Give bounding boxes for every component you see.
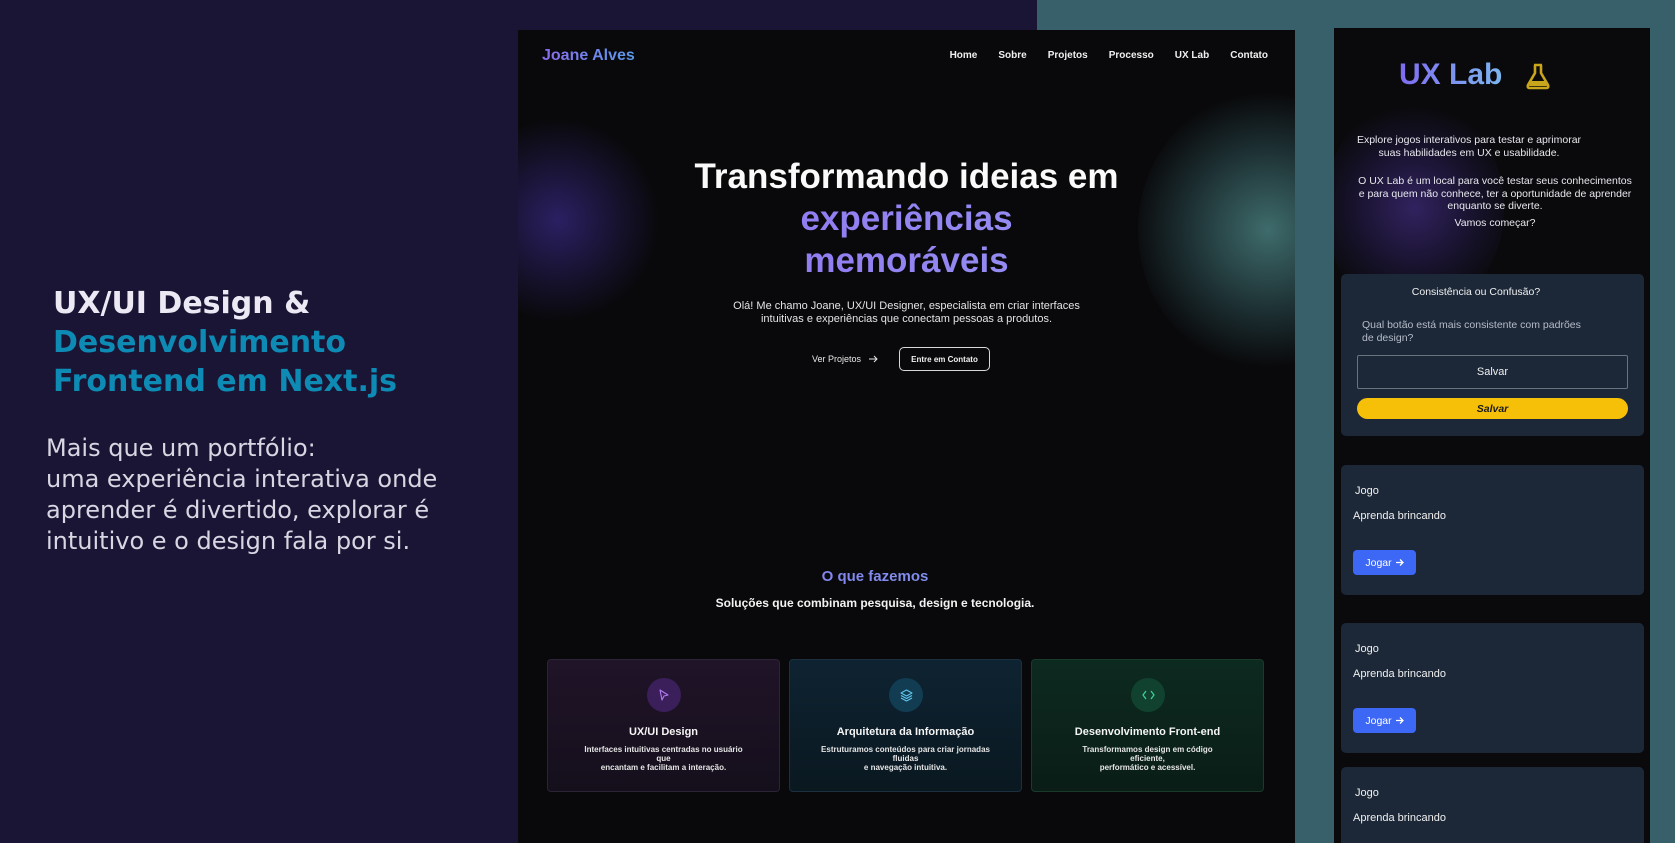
service-card-title: Arquitetura da Informação	[836, 726, 975, 738]
hero-subtitle-line: intuitivas e experiências que conectam p…	[760, 313, 1053, 325]
ux-lab-desc-line: e para quem não conhece, ter a oportunid…	[1358, 187, 1632, 200]
ux-lab-desc-line: O UX Lab é um local para você testar seu…	[1358, 175, 1632, 187]
ux-lab-intro-line: Explore jogos interativos para testar e …	[1356, 134, 1582, 146]
game-subtitle: Aprenda brincando	[1353, 812, 1446, 824]
view-projects-label: Ver Projetos	[812, 354, 862, 364]
ux-lab-description: O UX Lab é um local para você testar seu…	[1344, 175, 1646, 229]
arrow-right-icon	[869, 355, 878, 363]
quiz-question-line: Qual botão está mais consistente com pad…	[1362, 319, 1581, 331]
service-card-desc-line: que	[656, 754, 671, 763]
services-subtitle: Soluções que combinam pesquisa, design e…	[715, 596, 1035, 610]
caption-body: Mais que um portfólio: uma experiência i…	[46, 433, 466, 557]
nav-ux-lab[interactable]: UX Lab	[1175, 50, 1209, 61]
contact-button[interactable]: Entre em Contato	[899, 347, 990, 371]
website-mockup: Joane Alves Home Sobre Projetos Processo…	[518, 30, 1295, 843]
service-card-desc-line: performático e acessível.	[1099, 763, 1196, 772]
services-title: O que fazemos	[518, 568, 1232, 585]
nav-processo[interactable]: Processo	[1109, 50, 1154, 61]
brand-logo[interactable]: Joane Alves	[542, 47, 635, 65]
game-card: Jogo Aprenda brincando Jogar	[1341, 623, 1644, 753]
hero-title: Transformando ideias em experiências mem…	[518, 156, 1295, 282]
cursor-icon	[647, 678, 681, 712]
service-card-title: Desenvolvimento Front-end	[1074, 726, 1221, 738]
service-card-desc: Transformamos design em código eficiente…	[1052, 745, 1243, 772]
caption-title: UX/UI Design & Desenvolvimento Frontend …	[53, 284, 397, 401]
ux-lab-intro-line: suas habilidades em UX e usabilidade.	[1378, 147, 1560, 159]
hero-title-line3: memoráveis	[518, 240, 1295, 282]
arrow-right-icon	[1395, 717, 1404, 724]
hero-title-line1: Transformando ideias em	[694, 157, 1119, 196]
play-button-label: Jogar	[1365, 556, 1392, 569]
service-card-frontend[interactable]: Desenvolvimento Front-end Transformamos …	[1031, 659, 1264, 792]
ux-lab-intro: Explore jogos interativos para testar e …	[1334, 134, 1604, 160]
game-title: Jogo	[1355, 485, 1379, 497]
service-card-desc-line: Transformamos design em código	[1082, 745, 1213, 754]
view-projects-button[interactable]: Ver Projetos	[812, 354, 879, 364]
game-card: Jogo Aprenda brincando Jogar	[1341, 465, 1644, 595]
game-title: Jogo	[1355, 787, 1379, 799]
ux-lab-desc-line: enquanto se diverte.	[1447, 200, 1543, 212]
game-title: Jogo	[1355, 643, 1379, 655]
service-card-title: UX/UI Design	[628, 726, 699, 738]
service-card-architecture[interactable]: Arquitetura da Informação Estruturamos c…	[789, 659, 1022, 792]
service-card-uxui[interactable]: UX/UI Design Interfaces intuitivas centr…	[547, 659, 780, 792]
caption-title-line1: UX/UI Design &	[53, 286, 311, 321]
service-card-desc-line: encantam e facilitam a interação.	[600, 763, 727, 772]
quiz-option-outline-button[interactable]: Salvar	[1357, 355, 1628, 389]
hero-subtitle: Olá! Me chamo Joane, UX/UI Designer, esp…	[518, 300, 1295, 326]
caption-title-line2: Desenvolvimento	[53, 325, 347, 360]
main-nav: Home Sobre Projetos Processo UX Lab Cont…	[950, 50, 1268, 61]
service-card-desc-line: Estruturamos conteúdos para criar jornad…	[821, 745, 990, 754]
play-button[interactable]: Jogar	[1353, 708, 1416, 733]
quiz-question: Qual botão está mais consistente com pad…	[1362, 319, 1612, 344]
service-card-desc: Estruturamos conteúdos para criar jornad…	[810, 745, 1001, 772]
game-subtitle: Aprenda brincando	[1353, 668, 1446, 680]
play-button[interactable]: Jogar	[1353, 550, 1416, 575]
caption-body-line: Mais que um portfólio:	[46, 434, 316, 462]
nav-projetos[interactable]: Projetos	[1048, 50, 1088, 61]
nav-home[interactable]: Home	[950, 50, 978, 61]
caption-title-line3: Frontend em Next.js	[53, 364, 398, 399]
hero-title-line2: experiências	[518, 198, 1295, 240]
quiz-title: Consistência ou Confusão?	[1411, 286, 1541, 298]
nav-contato[interactable]: Contato	[1230, 50, 1268, 61]
caption-body-line: aprender é divertido, explorar é	[46, 496, 430, 524]
service-card-desc-line: Interfaces intuitivas centradas no usuár…	[584, 745, 743, 754]
service-card-desc-line: e navegação intuitiva.	[863, 763, 948, 772]
ux-lab-desc-line: Vamos começar?	[1454, 216, 1536, 229]
nav-sobre[interactable]: Sobre	[998, 50, 1026, 61]
quiz-card: Consistência ou Confusão? Qual botão est…	[1341, 274, 1644, 436]
quiz-question-line: de design?	[1362, 331, 1414, 344]
service-card-desc: Interfaces intuitivas centradas no usuár…	[568, 745, 759, 772]
layers-icon	[889, 678, 923, 712]
caption-body-line: intuitivo e o design fala por si.	[46, 527, 411, 555]
caption-body-line: uma experiência interativa onde	[46, 465, 438, 493]
service-card-desc-line: eficiente,	[1130, 754, 1165, 763]
service-card-desc-line: fluidas	[892, 754, 919, 763]
ux-lab-title: UX Lab	[1399, 58, 1503, 91]
flask-icon	[1526, 63, 1550, 90]
quiz-option-yellow-button[interactable]: Salvar	[1357, 398, 1628, 419]
hero-subtitle-line: Olá! Me chamo Joane, UX/UI Designer, esp…	[733, 300, 1080, 312]
game-subtitle: Aprenda brincando	[1353, 510, 1446, 522]
code-icon	[1131, 678, 1165, 712]
game-card: Jogo Aprenda brincando	[1341, 767, 1644, 843]
ux-lab-mobile-mockup: UX Lab Explore jogos interativos para te…	[1334, 28, 1650, 843]
arrow-right-icon	[1395, 559, 1404, 566]
play-button-label: Jogar	[1365, 714, 1392, 727]
